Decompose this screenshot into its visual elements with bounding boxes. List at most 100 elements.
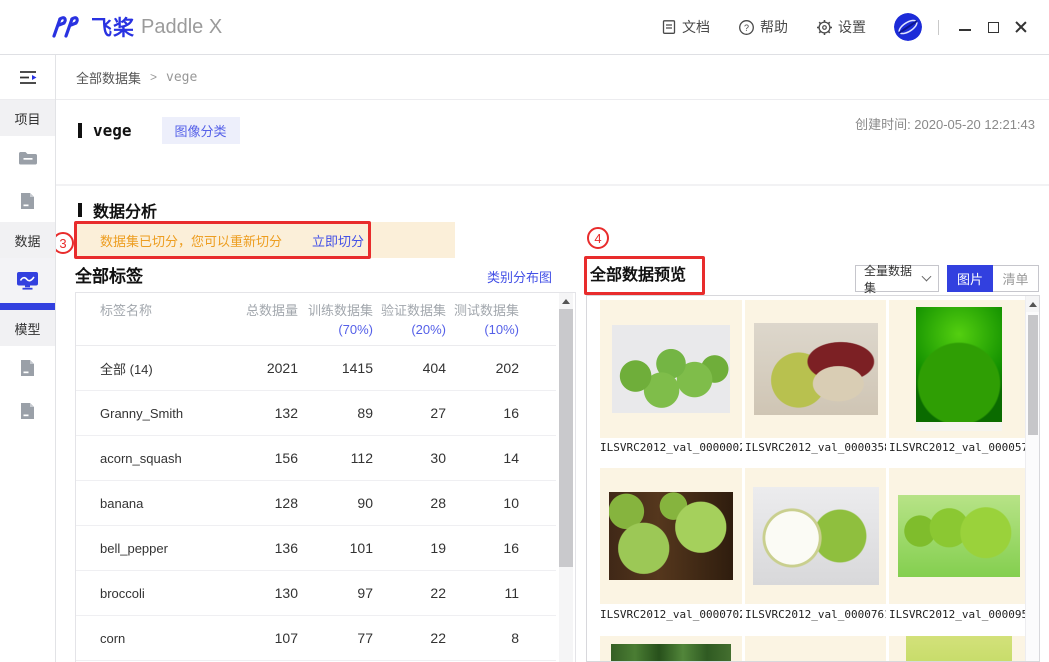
breadcrumb-current: vege bbox=[166, 70, 197, 85]
total-count: 156 bbox=[226, 450, 298, 466]
split-banner: 数据集已切分，您可以重新切分 立即切分 bbox=[75, 222, 455, 258]
help-button[interactable]: ? 帮助 bbox=[738, 17, 788, 37]
train-count: 90 bbox=[298, 495, 373, 511]
analysis-section-title: 数据分析 bbox=[78, 198, 157, 222]
test-count: 8 bbox=[446, 630, 519, 646]
dataset-image[interactable] bbox=[611, 644, 731, 662]
sidebar-item-model-doc-2[interactable] bbox=[0, 389, 55, 432]
table-row[interactable]: banana 128 90 28 10 bbox=[76, 481, 575, 526]
view-list-button[interactable]: 清单 bbox=[993, 265, 1039, 292]
view-image-button[interactable]: 图片 bbox=[947, 265, 993, 292]
class-distribution-link[interactable]: 类别分布图 bbox=[487, 267, 552, 286]
docs-button[interactable]: 文档 bbox=[661, 17, 710, 37]
dataset-scope-value: 全量数据集 bbox=[864, 262, 923, 296]
image-filename: ILSVRC2012_val_00009579.JPEG bbox=[889, 607, 1029, 622]
collapse-menu-button[interactable] bbox=[0, 55, 55, 100]
dataset-image[interactable] bbox=[753, 487, 879, 585]
col-total: 总数据量 bbox=[226, 301, 298, 345]
avatar[interactable] bbox=[894, 13, 922, 41]
label-name: banana bbox=[76, 496, 226, 511]
table-row[interactable]: broccoli 130 97 22 11 bbox=[76, 571, 575, 616]
dataset-image[interactable] bbox=[612, 325, 730, 413]
dataset-image[interactable] bbox=[916, 307, 1002, 431]
dataset-image[interactable] bbox=[898, 495, 1020, 577]
svg-text:?: ? bbox=[744, 23, 749, 33]
dataset-image[interactable] bbox=[906, 636, 1012, 662]
image-filename: ILSVRC2012_val_00005747.JPEG bbox=[889, 440, 1029, 455]
maximize-button[interactable] bbox=[981, 13, 1005, 41]
view-toggle: 图片 清单 bbox=[947, 265, 1039, 292]
section-divider bbox=[56, 184, 1049, 186]
sidebar-item-project-doc[interactable] bbox=[0, 179, 55, 222]
scroll-up-button[interactable] bbox=[559, 293, 573, 309]
scroll-up-button[interactable] bbox=[1026, 296, 1040, 312]
table-row[interactable]: 全部 (14) 2021 1415 404 202 bbox=[76, 346, 575, 391]
sidebar-item-model-doc-1[interactable] bbox=[0, 346, 55, 389]
help-label: 帮助 bbox=[760, 17, 788, 37]
logo-text-cn: 飞桨 bbox=[91, 12, 135, 42]
dataset-image[interactable] bbox=[754, 323, 878, 415]
table-row[interactable]: corn 107 77 22 8 bbox=[76, 616, 575, 661]
breadcrumb-separator: > bbox=[150, 70, 157, 84]
annotation-circle-4: 4 bbox=[587, 227, 609, 249]
total-count: 128 bbox=[226, 495, 298, 511]
close-button[interactable] bbox=[1009, 13, 1033, 41]
paddle-avatar-icon bbox=[894, 13, 922, 41]
preview-scrollbar-thumb[interactable] bbox=[1028, 315, 1038, 435]
val-count: 30 bbox=[373, 450, 446, 466]
label-name: bell_pepper bbox=[76, 541, 226, 556]
image-filename: ILSVRC2012_val_00007614.JPEG bbox=[745, 607, 886, 622]
sidebar: 项目 数据 模型 bbox=[0, 55, 56, 662]
table-row[interactable]: acorn_squash 156 112 30 14 bbox=[76, 436, 575, 481]
image-cell bbox=[600, 636, 742, 662]
image-cell bbox=[600, 468, 742, 604]
label-name: broccoli bbox=[76, 586, 226, 601]
col-label-name: 标签名称 bbox=[76, 301, 226, 345]
image-cell bbox=[600, 300, 742, 438]
val-count: 28 bbox=[373, 495, 446, 511]
label-name: Granny_Smith bbox=[76, 406, 226, 421]
maximize-icon bbox=[988, 22, 999, 33]
sidebar-group-model: 模型 bbox=[0, 310, 55, 346]
sidebar-active-indicator bbox=[0, 303, 55, 310]
breadcrumb-root[interactable]: 全部数据集 bbox=[76, 68, 141, 87]
table-scrollbar-thumb[interactable] bbox=[559, 309, 573, 567]
table-row[interactable]: Granny_Smith 132 89 27 16 bbox=[76, 391, 575, 436]
val-count: 27 bbox=[373, 405, 446, 421]
dataset-scope-select[interactable]: 全量数据集 bbox=[855, 265, 939, 292]
image-filename: ILSVRC2012_val_00003581.JPEG bbox=[745, 440, 886, 455]
scroll-up-icon bbox=[1029, 302, 1037, 307]
analysis-title-text: 数据分析 bbox=[93, 198, 157, 222]
preview-panel: ILSVRC2012_val_00000023.JPEG ILSVRC2012_… bbox=[586, 295, 1040, 662]
preview-scrollbar bbox=[1025, 296, 1039, 661]
topbar: 飞桨 Paddle X 文档 ? 帮助 bbox=[0, 0, 1049, 55]
photo-caption-strip bbox=[916, 422, 1002, 431]
train-count: 1415 bbox=[298, 360, 373, 376]
table-header: 标签名称 总数据量 训练数据集(70%) 验证数据集(20%) 测试数据集(10… bbox=[76, 293, 575, 346]
image-cell bbox=[745, 300, 886, 438]
sidebar-item-dataset-active[interactable] bbox=[0, 258, 55, 303]
image-cell bbox=[889, 468, 1029, 604]
train-count: 89 bbox=[298, 405, 373, 421]
settings-button[interactable]: 设置 bbox=[816, 17, 866, 37]
gear-icon bbox=[816, 19, 833, 36]
app-logo: 飞桨 Paddle X bbox=[50, 12, 222, 42]
document-icon bbox=[661, 19, 677, 35]
val-count: 404 bbox=[373, 360, 446, 376]
col-test: 测试数据集(10%) bbox=[446, 301, 519, 345]
minimize-button[interactable] bbox=[953, 13, 977, 41]
image-cell bbox=[745, 636, 886, 662]
table-row[interactable]: bell_pepper 136 101 19 16 bbox=[76, 526, 575, 571]
sidebar-item-project-list[interactable] bbox=[0, 136, 55, 179]
file-icon bbox=[20, 402, 35, 420]
split-now-link[interactable]: 立即切分 bbox=[312, 231, 364, 250]
file-icon bbox=[20, 192, 35, 210]
total-count: 107 bbox=[226, 630, 298, 646]
train-count: 112 bbox=[298, 450, 373, 466]
dataset-name: vege bbox=[93, 121, 132, 140]
dataset-image[interactable] bbox=[609, 492, 733, 580]
logo-text-en: Paddle X bbox=[141, 16, 222, 39]
table-scrollbar-track[interactable] bbox=[559, 567, 573, 662]
dataset-type-badge: 图像分类 bbox=[162, 117, 240, 144]
menu-fold-icon bbox=[18, 69, 38, 86]
